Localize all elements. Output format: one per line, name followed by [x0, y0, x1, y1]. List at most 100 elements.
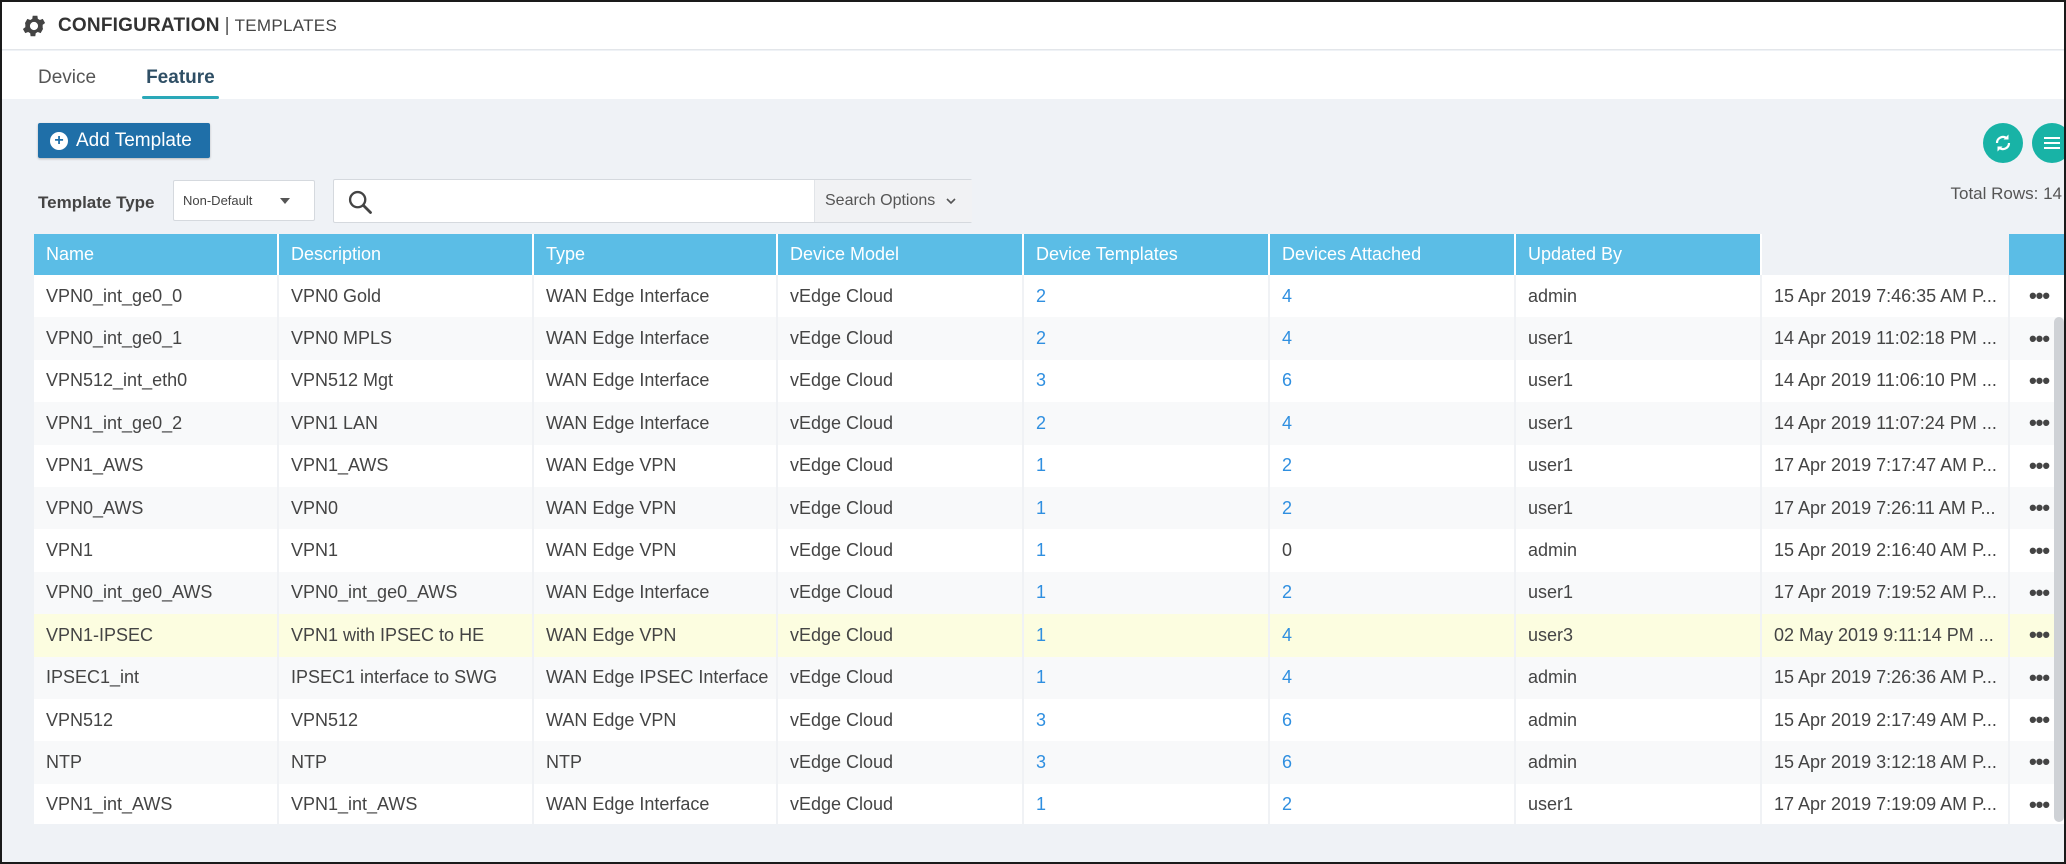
cell-last-updated: 15 Apr 2019 7:26:36 AM P... [1761, 656, 2010, 699]
tab-bar: Device Feature [2, 51, 2064, 99]
cell-devices-attached[interactable]: 4 [1269, 656, 1516, 699]
cell-name: VPN0_int_ge0_AWS [34, 571, 279, 615]
cell-device-templates[interactable]: 1 [1023, 571, 1270, 615]
cell-type: WAN Edge Interface [533, 402, 778, 445]
refresh-button[interactable] [1983, 123, 2023, 163]
cell-devices-attached[interactable]: 4 [1269, 275, 1516, 318]
table-row[interactable]: IPSEC1_int IPSEC1 interface to SWG WAN Edg… [34, 656, 2064, 699]
column-header-name[interactable]: Name [34, 234, 279, 275]
table-row[interactable]: VPN1_int_AWS VPN1_int_AWS WAN Edge Interfa… [34, 783, 2064, 824]
cell-device-templates[interactable]: 3 [1023, 359, 1270, 403]
add-template-button[interactable]: + Add Template [38, 123, 210, 158]
cell-last-updated: 14 Apr 2019 11:02:18 PM ... [1761, 317, 2010, 360]
hamburger-menu-icon [2044, 137, 2060, 149]
cell-last-updated: 15 Apr 2019 2:17:49 AM P... [1761, 698, 2010, 742]
cell-device-model: vEdge Cloud [777, 486, 1024, 530]
cell-device-templates[interactable]: 2 [1023, 275, 1270, 318]
cell-description: VPN0_int_ge0_AWS [278, 571, 534, 615]
cell-description: VPN1 LAN [278, 402, 534, 445]
cell-devices-attached[interactable]: 2 [1269, 783, 1516, 824]
column-header-updated-by[interactable]: Updated By [1515, 234, 1762, 275]
template-type-select[interactable]: Non-Default [173, 180, 315, 221]
cell-device-templates[interactable]: 1 [1023, 486, 1270, 530]
cell-device-model: vEdge Cloud [777, 359, 1024, 403]
cell-device-templates[interactable]: 3 [1023, 698, 1270, 742]
app-frame: CONFIGURATION | TEMPLATES Device Feature… [0, 0, 2066, 864]
cell-devices-attached[interactable]: 4 [1269, 614, 1516, 657]
cell-updated-by: user1 [1515, 486, 1762, 530]
cell-name: VPN1_int_ge0_2 [34, 402, 279, 445]
cell-name: VPN0_AWS [34, 486, 279, 530]
column-header-actions [2009, 234, 2064, 275]
chevron-down-icon [946, 198, 956, 205]
cell-type: NTP [533, 741, 778, 784]
cell-type: WAN Edge Interface [533, 275, 778, 318]
cell-device-templates[interactable]: 1 [1023, 783, 1270, 824]
cell-device-model: vEdge Cloud [777, 614, 1024, 657]
title-separator: | [224, 14, 230, 36]
search-input[interactable] [382, 186, 1142, 218]
column-header-devices-attached[interactable]: Devices Attached [1269, 234, 1516, 275]
cell-devices-attached: 0 [1269, 529, 1516, 572]
cell-devices-attached[interactable]: 4 [1269, 317, 1516, 360]
cell-device-model: vEdge Cloud [777, 275, 1024, 318]
tab-device[interactable]: Device [36, 67, 98, 99]
cell-last-updated: 14 Apr 2019 11:06:10 PM ... [1761, 359, 2010, 403]
cell-devices-attached[interactable]: 2 [1269, 571, 1516, 615]
cell-type: WAN Edge Interface [533, 317, 778, 360]
tab-feature[interactable]: Feature [142, 67, 219, 99]
cell-devices-attached[interactable]: 6 [1269, 359, 1516, 403]
table-row[interactable]: VPN0_int_ge0_0 VPN0 Gold WAN Edge Interfac… [34, 275, 2064, 318]
column-header-description[interactable]: Description [278, 234, 534, 275]
more-actions-icon[interactable]: ••• [2009, 275, 2064, 318]
cell-updated-by: user1 [1515, 402, 1762, 445]
cell-description: NTP [278, 741, 534, 784]
cell-device-templates[interactable]: 1 [1023, 444, 1270, 487]
page-subtitle: TEMPLATES [234, 15, 338, 35]
cell-devices-attached[interactable]: 4 [1269, 402, 1516, 445]
cell-type: WAN Edge VPN [533, 529, 778, 572]
cell-devices-attached[interactable]: 6 [1269, 741, 1516, 784]
table-row[interactable]: VPN0_int_ge0_1 VPN0 MPLS WAN Edge Interfac… [34, 317, 2064, 360]
cell-device-templates[interactable]: 1 [1023, 614, 1270, 657]
cell-device-model: vEdge Cloud [777, 741, 1024, 784]
cell-device-templates[interactable]: 2 [1023, 402, 1270, 445]
cell-type: WAN Edge VPN [533, 698, 778, 742]
cell-name: VPN1-IPSEC [34, 614, 279, 657]
cell-devices-attached[interactable]: 2 [1269, 444, 1516, 487]
cell-device-model: vEdge Cloud [777, 698, 1024, 742]
cell-devices-attached[interactable]: 6 [1269, 698, 1516, 742]
table-menu-button[interactable] [2032, 123, 2064, 163]
search-options-dropdown[interactable]: Search Options [814, 180, 972, 222]
table-row[interactable]: VPN512 VPN512 WAN Edge VPN vEdge Cloud 3 6 adm… [34, 698, 2064, 742]
table-row[interactable]: VPN1_AWS VPN1_AWS WAN Edge VPN vEdge Cloud 1… [34, 444, 2064, 487]
cell-description: IPSEC1 interface to SWG [278, 656, 534, 699]
column-header-device-templates[interactable]: Device Templates [1023, 234, 1270, 275]
cell-last-updated: 15 Apr 2019 7:46:35 AM P... [1761, 275, 2010, 318]
table-scrollbar[interactable] [2054, 317, 2064, 822]
table-row[interactable]: VPN0_AWS VPN0 WAN Edge VPN vEdge Cloud 1 2 use… [34, 486, 2064, 530]
cell-last-updated: 17 Apr 2019 7:17:47 AM P... [1761, 444, 2010, 487]
cell-description: VPN512 Mgt [278, 359, 534, 403]
cell-device-model: vEdge Cloud [777, 529, 1024, 572]
cell-type: WAN Edge Interface [533, 359, 778, 403]
table-row[interactable]: VPN1 VPN1 WAN Edge VPN vEdge Cloud 1 0 admin 15… [34, 529, 2064, 572]
table-row[interactable]: VPN512_int_eth0 VPN512 Mgt WAN Edge Interf… [34, 359, 2064, 403]
add-template-label: Add Template [76, 129, 192, 151]
column-header-type[interactable]: Type [533, 234, 778, 275]
column-header-device-model[interactable]: Device Model [777, 234, 1024, 275]
cell-updated-by: admin [1515, 741, 1762, 784]
table-row[interactable]: VPN1-IPSEC VPN1 with IPSEC to HE WAN Edge … [34, 614, 2064, 657]
page-title: CONFIGURATION [58, 14, 220, 36]
cell-devices-attached[interactable]: 2 [1269, 486, 1516, 530]
cell-last-updated: 14 Apr 2019 11:07:24 PM ... [1761, 402, 2010, 445]
table-row[interactable]: NTP NTP NTP vEdge Cloud 3 6 admin 15 Apr 2019 3… [34, 741, 2064, 784]
cell-updated-by: admin [1515, 275, 1762, 318]
cell-device-templates[interactable]: 1 [1023, 529, 1270, 572]
table-row[interactable]: VPN1_int_ge0_2 VPN1 LAN WAN Edge Interface… [34, 402, 2064, 445]
cell-name: VPN512_int_eth0 [34, 359, 279, 403]
cell-device-templates[interactable]: 1 [1023, 656, 1270, 699]
cell-device-templates[interactable]: 3 [1023, 741, 1270, 784]
cell-device-templates[interactable]: 2 [1023, 317, 1270, 360]
table-row[interactable]: VPN0_int_ge0_AWS VPN0_int_ge0_AWS WAN Edge… [34, 571, 2064, 615]
